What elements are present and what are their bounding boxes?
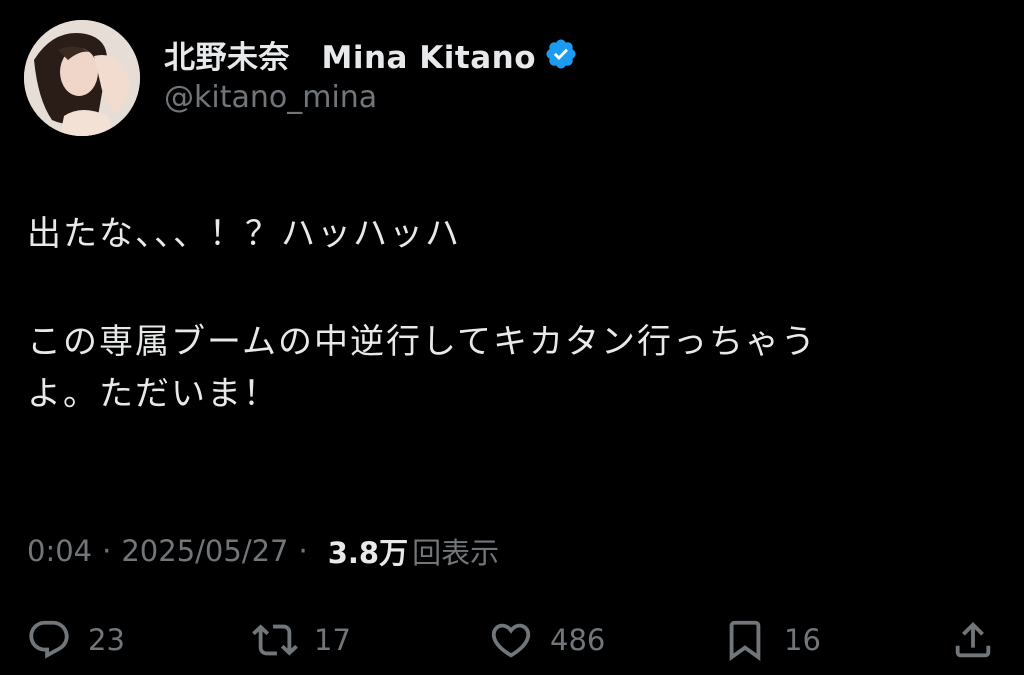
bookmark-icon (729, 620, 761, 661)
tweet-time[interactable]: 0:04 (27, 534, 92, 568)
avatar[interactable] (24, 20, 140, 136)
retweet-count: 17 (314, 623, 351, 657)
tweet-meta: 0:04 · 2025/05/27 · 3.8万 回表示 (27, 530, 499, 572)
reply-button[interactable]: 23 (26, 612, 125, 668)
retweet-button[interactable]: 17 (252, 612, 351, 668)
views-label: 回表示 (412, 536, 500, 570)
views-count[interactable]: 3.8万 (328, 530, 408, 572)
retweet-icon (252, 624, 298, 656)
tweet-line: 出たな、、、！？ハッハッハ (27, 214, 461, 254)
share-icon (955, 621, 991, 658)
display-name[interactable]: 北野未奈 Mina Kitano (164, 32, 536, 77)
tweet-line: よ。ただいま！ (27, 374, 279, 414)
like-count: 486 (550, 623, 606, 657)
tweet-text: 出たな、、、！？ハッハッハ この専属ブームの中逆行してキカタン行っちゃう よ。た… (27, 208, 967, 420)
reply-icon (29, 620, 69, 659)
tweet-header: 北野未奈 Mina Kitano @kitano_mina (164, 34, 578, 115)
tweet-date[interactable]: 2025/05/27 (121, 534, 288, 568)
name-row: 北野未奈 Mina Kitano (164, 32, 578, 77)
action-bar: 23 17 486 16 (0, 612, 1024, 668)
verified-badge-icon[interactable] (544, 37, 578, 71)
heart-icon (491, 623, 531, 658)
share-button[interactable] (950, 612, 996, 668)
bookmark-button[interactable]: 16 (722, 612, 821, 668)
like-button[interactable]: 486 (488, 612, 605, 668)
reply-count: 23 (88, 623, 125, 657)
tweet-line: この専属ブームの中逆行してキカタン行っちゃう (27, 322, 817, 362)
handle[interactable]: @kitano_mina (164, 80, 578, 115)
meta-separator: · (298, 534, 308, 568)
meta-separator: · (102, 534, 112, 568)
bookmark-count: 16 (784, 623, 821, 657)
avatar-image (24, 20, 140, 136)
